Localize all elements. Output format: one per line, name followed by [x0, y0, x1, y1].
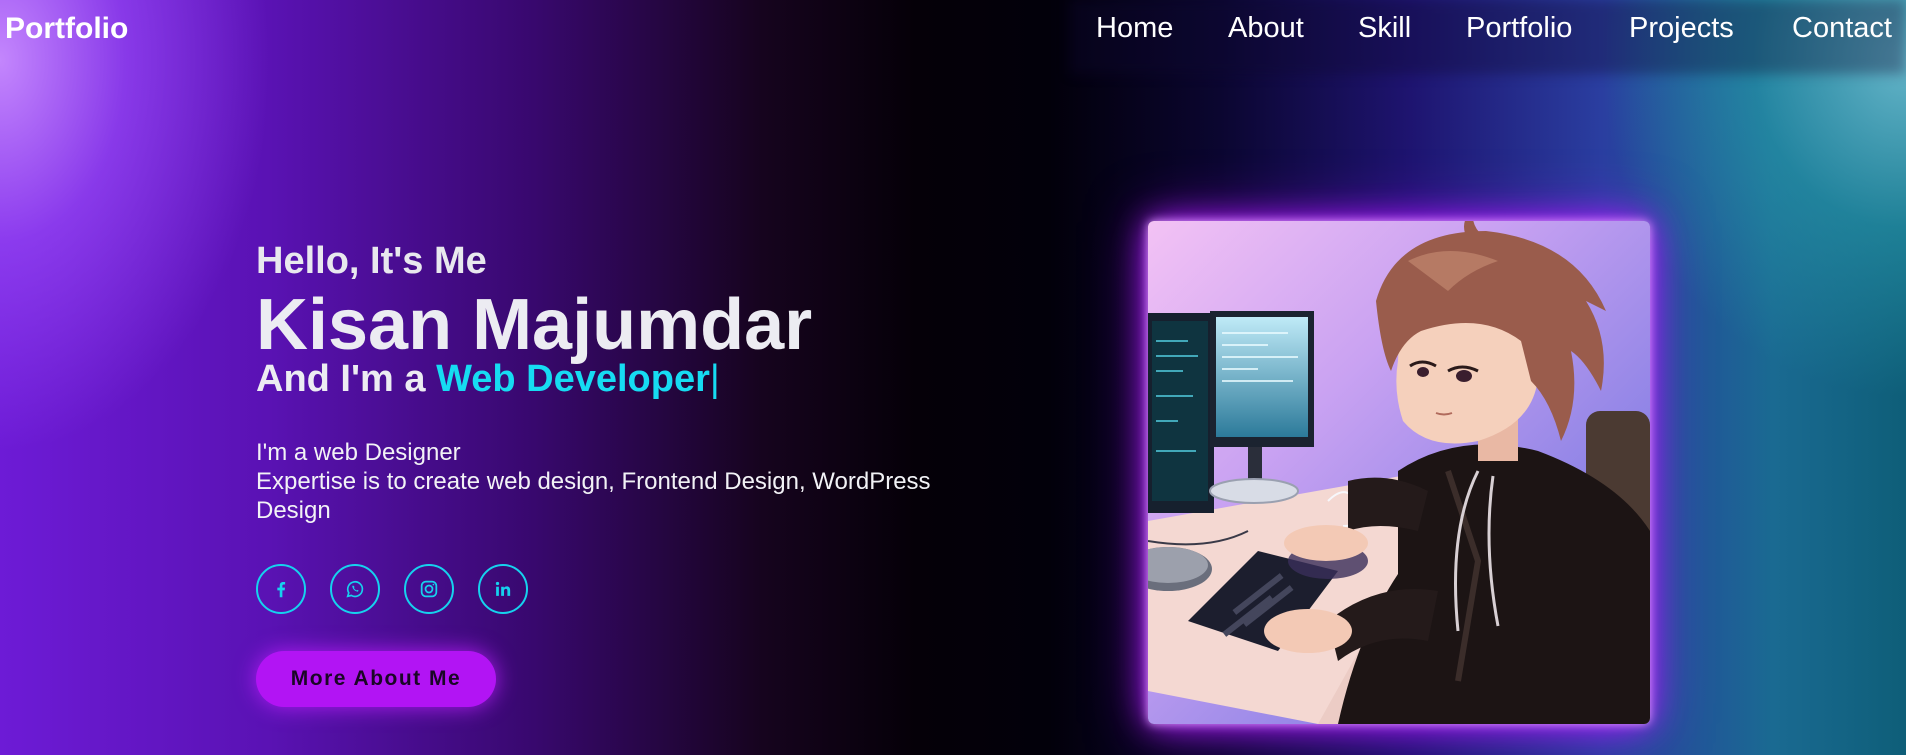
nav-link-home[interactable]: Home [1096, 12, 1173, 45]
typing-caret: | [709, 358, 720, 400]
hero-description: I'm a web Designer Expertise is to creat… [256, 438, 996, 525]
nav-link-skill[interactable]: Skill [1358, 12, 1411, 45]
hero-role: And I'm a Web Developer| [256, 358, 720, 401]
nav-link-projects[interactable]: Projects [1629, 12, 1734, 45]
role-prefix: And I'm a [256, 358, 437, 400]
description-line-2: Expertise is to create web design, Front… [256, 468, 931, 524]
nav-link-contact[interactable]: Contact [1792, 12, 1892, 45]
hero-name: Kisan Majumdar [256, 285, 813, 365]
top-navbar: Portfolio Home About Skill Portfolio Pro… [0, 0, 1906, 74]
nav-link-about[interactable]: About [1228, 12, 1304, 45]
instagram-icon [418, 578, 440, 600]
whatsapp-icon [344, 578, 366, 600]
description-line-1: I'm a web Designer [256, 439, 461, 466]
linkedin-icon [492, 578, 514, 600]
facebook-icon [270, 578, 292, 600]
whatsapp-link[interactable] [330, 564, 380, 614]
social-links [256, 564, 528, 614]
nav-link-portfolio[interactable]: Portfolio [1466, 12, 1572, 45]
facebook-link[interactable] [256, 564, 306, 614]
hero-greeting: Hello, It's Me [256, 240, 487, 282]
site-logo[interactable]: Portfolio [5, 12, 128, 46]
more-about-me-button[interactable]: More About Me [256, 651, 496, 707]
linkedin-link[interactable] [478, 564, 528, 614]
role-highlight: Web Developer [436, 358, 710, 400]
instagram-link[interactable] [404, 564, 454, 614]
profile-image [1148, 221, 1650, 724]
developer-illustration [1148, 221, 1650, 724]
